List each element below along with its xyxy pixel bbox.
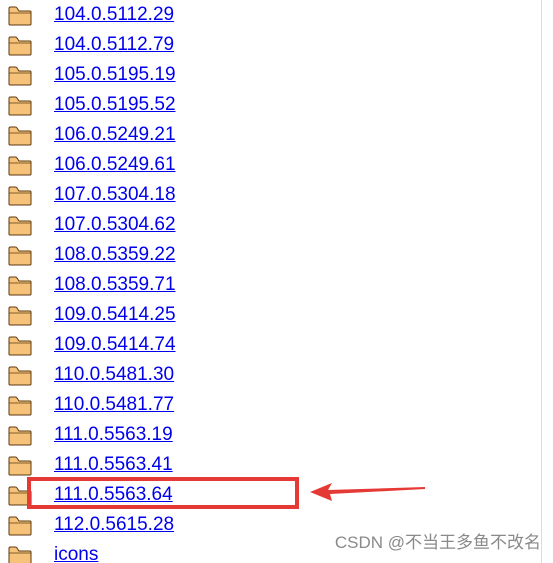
folder-icon (8, 276, 32, 296)
entry-link[interactable]: 104.0.5112.79 (54, 30, 174, 60)
directory-entry[interactable]: 108.0.5359.71 (0, 270, 300, 300)
entry-link[interactable]: 106.0.5249.21 (54, 120, 176, 150)
folder-icon (8, 6, 32, 26)
folder-icon (8, 246, 32, 266)
directory-entry[interactable]: 110.0.5481.30 (0, 360, 300, 390)
entry-link[interactable]: 109.0.5414.25 (54, 300, 176, 330)
entry-link[interactable]: 111.0.5563.19 (54, 420, 173, 450)
folder-icon (8, 36, 32, 56)
entry-link[interactable]: 108.0.5359.71 (54, 270, 176, 300)
folder-icon (8, 156, 32, 176)
entry-link[interactable]: 107.0.5304.18 (54, 180, 176, 210)
directory-entry[interactable]: 105.0.5195.52 (0, 90, 300, 120)
folder-icon (8, 126, 32, 146)
directory-entry[interactable]: 104.0.5112.29 (0, 0, 300, 30)
directory-entry[interactable]: 107.0.5304.18 (0, 180, 300, 210)
directory-entry[interactable]: 111.0.5563.41 (0, 450, 300, 480)
entry-link[interactable]: 110.0.5481.77 (54, 390, 174, 420)
folder-icon (8, 516, 32, 536)
folder-icon (8, 456, 32, 476)
directory-entry[interactable]: 108.0.5359.22 (0, 240, 300, 270)
directory-entry[interactable]: 105.0.5195.19 (0, 60, 300, 90)
directory-entry[interactable]: 106.0.5249.21 (0, 120, 300, 150)
entry-link[interactable]: 112.0.5615.28 (54, 510, 174, 540)
folder-icon (8, 546, 32, 563)
right-divider (541, 0, 542, 563)
entry-link[interactable]: 106.0.5249.61 (54, 150, 176, 180)
folder-icon (8, 216, 32, 236)
entry-link[interactable]: icons (54, 540, 98, 563)
directory-entry[interactable]: 109.0.5414.74 (0, 330, 300, 360)
directory-entry[interactable]: 109.0.5414.25 (0, 300, 300, 330)
arrow-left-icon (310, 483, 425, 501)
folder-icon (8, 426, 32, 446)
directory-entry[interactable]: 106.0.5249.61 (0, 150, 300, 180)
directory-entry[interactable]: 112.0.5615.28 (0, 510, 300, 540)
directory-entry[interactable]: 110.0.5481.77 (0, 390, 300, 420)
highlight-box (27, 477, 299, 509)
folder-icon (8, 186, 32, 206)
directory-listing-page: 104.0.5112.29 104.0.5112.79 105.0.5195.19 1… (0, 0, 553, 563)
folder-icon (8, 96, 32, 116)
folder-icon (8, 306, 32, 326)
directory-entry[interactable]: icons (0, 540, 300, 563)
entry-link[interactable]: 104.0.5112.29 (54, 0, 174, 30)
directory-entry[interactable]: 107.0.5304.62 (0, 210, 300, 240)
entry-link[interactable]: 109.0.5414.74 (54, 330, 176, 360)
directory-entry[interactable]: 104.0.5112.79 (0, 30, 300, 60)
directory-entry[interactable]: 111.0.5563.19 (0, 420, 300, 450)
entry-link[interactable]: 111.0.5563.41 (54, 450, 173, 480)
folder-icon (8, 396, 32, 416)
watermark: CSDN @不当王多鱼不改名 (334, 533, 541, 552)
folder-icon (8, 336, 32, 356)
folder-icon (8, 66, 32, 86)
folder-icon (8, 366, 32, 386)
entry-link[interactable]: 107.0.5304.62 (54, 210, 176, 240)
entry-link[interactable]: 105.0.5195.52 (54, 90, 176, 120)
entry-link[interactable]: 110.0.5481.30 (54, 360, 174, 390)
entry-link[interactable]: 108.0.5359.22 (54, 240, 176, 270)
entry-link[interactable]: 105.0.5195.19 (54, 60, 176, 90)
